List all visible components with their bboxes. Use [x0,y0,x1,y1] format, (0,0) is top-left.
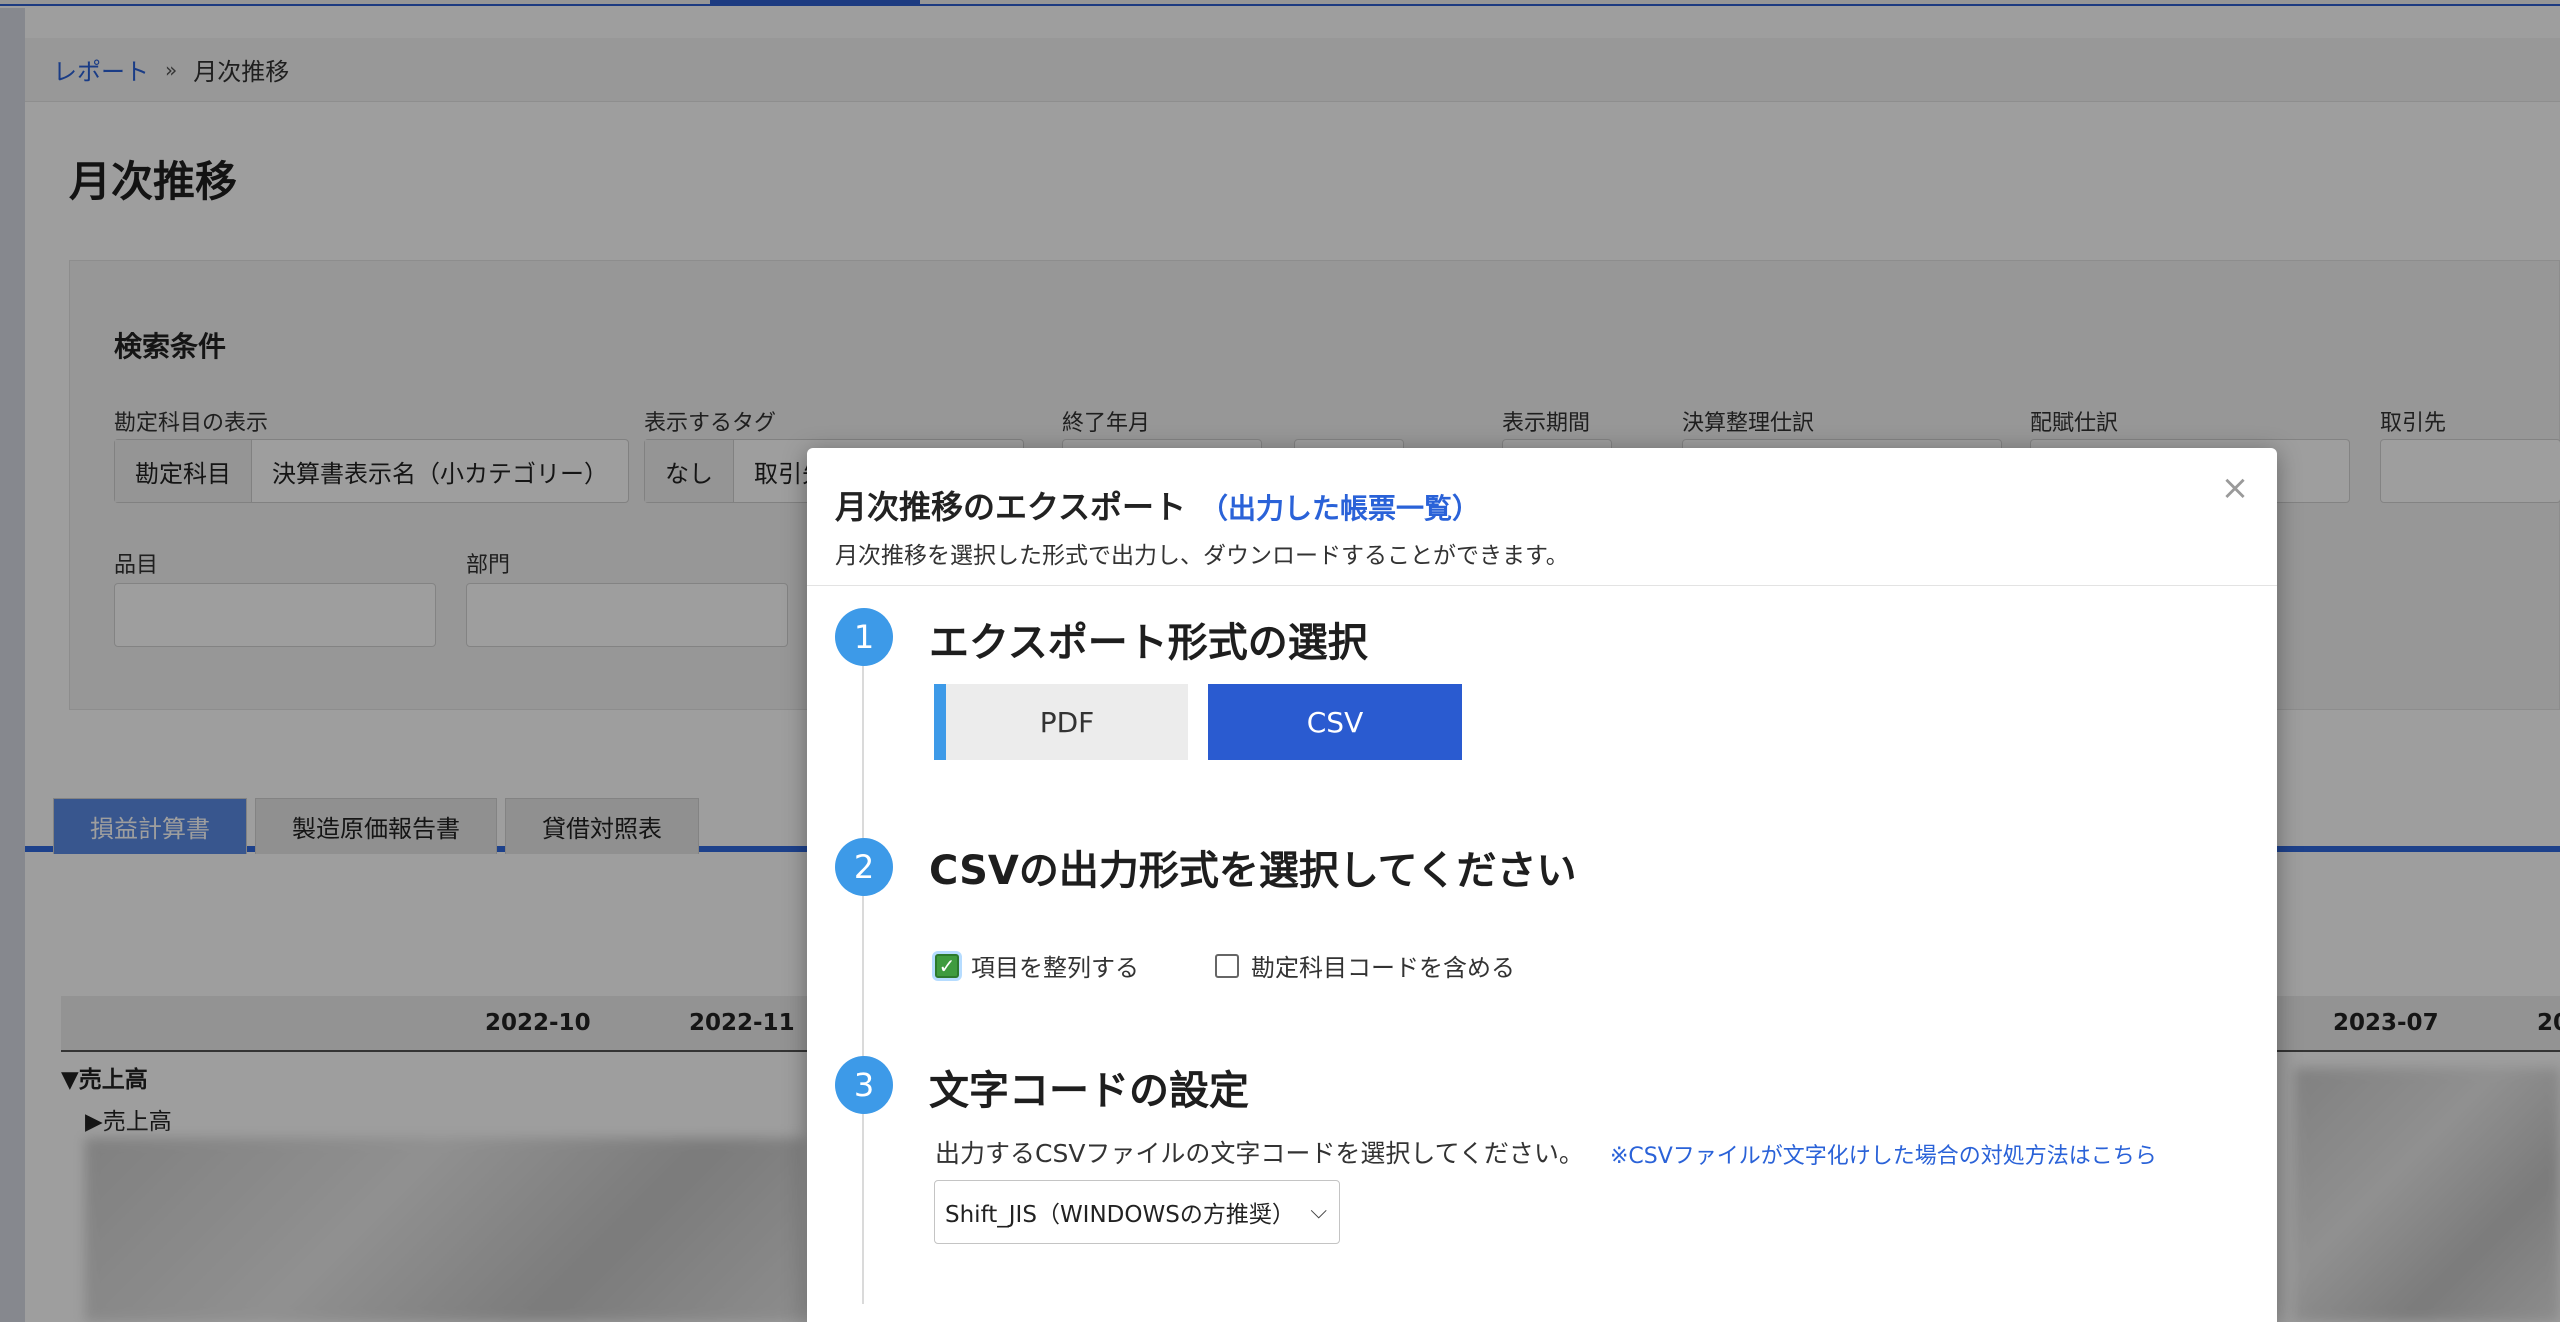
format-csv-button[interactable]: CSV [1208,684,1462,760]
encoding-help-link[interactable]: ※CSVファイルが文字化けした場合の対処方法はこちら [1610,1138,2157,1170]
align-items-checkbox[interactable]: ✓ [935,953,959,978]
export-history-link[interactable]: （出力した帳票一覧） [1200,492,1480,525]
modal-header: 月次推移のエクスポート （出力した帳票一覧） 月次推移を選択した形式で出力し、ダウ… [807,448,2277,586]
step-number-3: 3 [835,1056,893,1114]
include-account-code-checkbox[interactable] [1215,953,1239,978]
chevron-down-icon: ⌵ [1310,1199,1327,1224]
close-icon[interactable]: × [2217,470,2253,506]
csv-options: ✓ 項目を整列する 勘定科目コードを含める [935,948,1515,983]
step-number-2: 2 [835,838,893,896]
step-connector-line [862,644,864,1304]
modal-title-text: 月次推移のエクスポート [835,488,1187,526]
format-pdf-button[interactable]: PDF [934,684,1188,760]
encoding-selected-value: Shift_JIS（WINDOWSの方推奨） [945,1202,1295,1228]
include-account-code-label[interactable]: 勘定科目コードを含める [1251,948,1515,983]
modal-title: 月次推移のエクスポート （出力した帳票一覧） [835,482,1480,528]
step-title-csv-options: CSVの出力形式を選択してください [929,848,1577,894]
encoding-prompt: 出力するCSVファイルの文字コードを選択してください。 [935,1139,1584,1168]
export-modal: 月次推移のエクスポート （出力した帳票一覧） 月次推移を選択した形式で出力し、ダウ… [807,448,2277,1322]
step-title-encoding: 文字コードの設定 [929,1068,1249,1114]
step-title-format: エクスポート形式の選択 [929,620,1368,666]
modal-subtitle: 月次推移を選択した形式で出力し、ダウンロードすることができます。 [835,543,1569,569]
align-items-label[interactable]: 項目を整列する [971,948,1139,983]
encoding-select[interactable]: Shift_JIS（WINDOWSの方推奨） ⌵ [934,1180,1340,1244]
step-number-1: 1 [835,608,893,666]
